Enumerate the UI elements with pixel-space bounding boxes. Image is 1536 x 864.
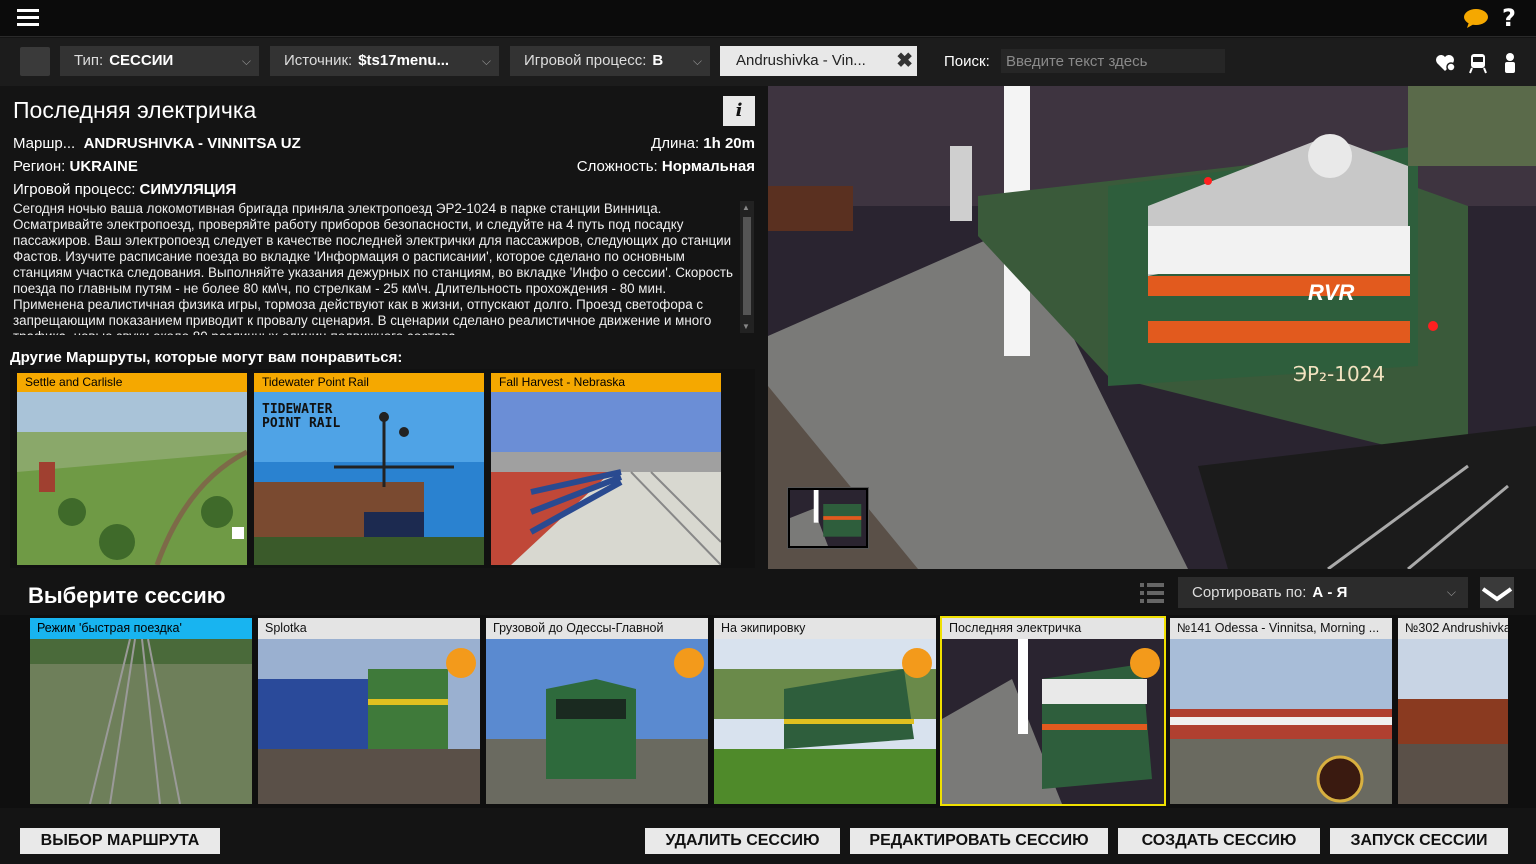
- length-value: 1h 20m: [703, 135, 755, 152]
- create-session-button[interactable]: СОЗДАТЬ СЕССИЮ: [1118, 828, 1320, 854]
- session-card-selected[interactable]: Последняя электричка: [940, 616, 1166, 806]
- info-button[interactable]: i: [723, 96, 755, 126]
- difficulty-value: Нормальная: [661, 158, 755, 175]
- session-card-label: №141 Odessa - Vinnitsa, Morning ...: [1170, 618, 1392, 639]
- recommendation-image: [491, 392, 721, 565]
- train-icon[interactable]: [1467, 52, 1489, 74]
- recommendation-card[interactable]: Settle and Carlisle: [17, 373, 247, 565]
- chevron-down-icon: ⌵: [241, 54, 251, 68]
- top-bar: ?: [0, 0, 1536, 37]
- difficulty-label: Сложность:: [576, 158, 658, 175]
- route-chip-label: Andrushivka - Vin...: [736, 52, 866, 69]
- session-card-label: На экипировку: [714, 618, 936, 639]
- recommendation-label: Fall Harvest - Nebraska: [491, 373, 721, 392]
- session-card-label: Грузовой до Одессы-Главной: [486, 618, 708, 639]
- session-card[interactable]: №302 Andrushivka: [1398, 618, 1508, 804]
- type-value: СЕССИИ: [109, 52, 174, 69]
- scroll-up-icon[interactable]: ▲: [742, 203, 750, 212]
- link-icon: [674, 648, 704, 678]
- gameplay-label: Игровой процесс:: [524, 52, 647, 69]
- session-card-label: №302 Andrushivka: [1398, 618, 1508, 639]
- chat-bubble-icon[interactable]: [1463, 8, 1489, 28]
- session-card-label: Последняя электричка: [942, 618, 1164, 639]
- list-view-icon[interactable]: [1140, 583, 1164, 603]
- link-icon: [902, 648, 932, 678]
- region-value: UKRAINE: [69, 158, 138, 175]
- search-input[interactable]: [1001, 49, 1225, 73]
- scrollbar-thumb[interactable]: [743, 217, 751, 315]
- recommendation-label: Settle and Carlisle: [17, 373, 247, 392]
- sort-value: А - Я: [1312, 584, 1348, 601]
- bottom-action-bar: ВЫБОР МАРШРУТА УДАЛИТЬ СЕССИЮ РЕДАКТИРОВ…: [0, 818, 1536, 864]
- session-card-label: Splotka: [258, 618, 480, 639]
- type-label: Тип:: [74, 52, 104, 69]
- source-dropdown[interactable]: Источник: $ts17menu... ⌵: [270, 46, 499, 76]
- session-card[interactable]: Грузовой до Одессы-Главной: [486, 618, 708, 804]
- scroll-down-icon[interactable]: ▼: [742, 322, 750, 331]
- recommendation-card[interactable]: Fall Harvest - Nebraska: [491, 373, 721, 565]
- hero-logo: RVR: [1308, 280, 1355, 305]
- filter-bar: Тип: СЕССИИ ⌵ Источник: $ts17menu... ⌵ Игр…: [0, 38, 1536, 86]
- gameplay-meta: Игровой процесс: СИМУЛЯЦИЯ: [13, 181, 236, 198]
- link-icon: [1130, 648, 1160, 678]
- type-dropdown[interactable]: Тип: СЕССИИ ⌵: [60, 46, 259, 76]
- link-icon: [446, 648, 476, 678]
- source-label: Источник:: [284, 52, 353, 69]
- session-title: Последняя электричка: [13, 97, 257, 123]
- source-value: $ts17menu...: [358, 52, 450, 69]
- recommendation-card[interactable]: Tidewater Point Rail TIDEWATER POINT RAI…: [254, 373, 484, 565]
- session-card[interactable]: На экипировку: [714, 618, 936, 804]
- session-description: Сегодня ночью ваша локомотивная бригада …: [13, 201, 734, 335]
- region-meta: Регион: UKRAINE: [13, 158, 138, 175]
- gameplay-meta-label: Игровой процесс:: [13, 181, 136, 198]
- session-preview-image: RVR ЭР₂-1024: [768, 86, 1536, 569]
- description-scrollbar[interactable]: ▲ ▼: [740, 201, 754, 333]
- collapse-chevron-icon[interactable]: [1480, 577, 1514, 608]
- route-value: ANDRUSHIVKA - VINNITSA UZ: [83, 135, 301, 152]
- close-icon[interactable]: ✖: [896, 46, 913, 76]
- recommendations-heading: Другие Маршруты, которые могут вам понра…: [10, 349, 403, 366]
- chevron-down-icon: ⌵: [481, 54, 491, 68]
- sessions-heading: Выберите сессию: [28, 583, 226, 608]
- difficulty-meta: Сложность: Нормальная: [577, 158, 755, 175]
- gameplay-dropdown[interactable]: Игровой процесс: В ⌵: [510, 46, 710, 76]
- session-card[interactable]: Режим 'быстрая поездка': [30, 618, 252, 804]
- delete-session-button[interactable]: УДАЛИТЬ СЕССИЮ: [645, 828, 840, 854]
- sort-label: Сортировать по:: [1192, 584, 1307, 601]
- route-label: Маршр...: [13, 135, 76, 152]
- recommendations-strip: Settle and Carlisle Tidewater Point Rail…: [10, 369, 755, 568]
- favorite-heart-icon[interactable]: [1434, 52, 1456, 74]
- sort-dropdown[interactable]: Сортировать по: А - Я ⌵: [1178, 577, 1468, 608]
- gameplay-value: В: [652, 52, 664, 69]
- recommendation-overlay-title: TIDEWATER POINT RAIL: [262, 402, 341, 431]
- chevron-down-icon: ⌵: [692, 54, 702, 68]
- preview-thumbnail[interactable]: [787, 487, 869, 549]
- driver-icon[interactable]: [1499, 52, 1521, 74]
- hero-train-number: ЭР₂-1024: [1293, 362, 1385, 386]
- hamburger-menu-icon[interactable]: [17, 9, 39, 27]
- launch-session-button[interactable]: ЗАПУСК СЕССИИ: [1330, 828, 1508, 854]
- session-card-image: [1398, 639, 1508, 804]
- recommendation-image: [17, 392, 247, 565]
- filter-toggle-button[interactable]: [20, 47, 50, 76]
- session-card[interactable]: №141 Odessa - Vinnitsa, Morning ...: [1170, 618, 1392, 804]
- chevron-down-icon: ⌵: [1446, 585, 1456, 599]
- recommendation-label: Tidewater Point Rail: [254, 373, 484, 392]
- session-carousel: Режим 'быстрая поездка' Splotka Грузовой…: [0, 615, 1536, 808]
- region-label: Регион:: [13, 158, 66, 175]
- session-card-label: Режим 'быстрая поездка': [30, 618, 252, 639]
- session-card-image: [30, 639, 252, 804]
- edit-session-button[interactable]: РЕДАКТИРОВАТЬ СЕССИЮ: [850, 828, 1108, 854]
- route-meta: Маршр... ANDRUSHIVKA - VINNITSA UZ: [13, 135, 301, 152]
- route-filter-chip: Andrushivka - Vin... ✖: [720, 46, 917, 76]
- search-label: Поиск:: [944, 53, 990, 70]
- session-card-image: [1170, 639, 1392, 804]
- length-meta: Длина: 1h 20m: [651, 135, 755, 152]
- route-select-button[interactable]: ВЫБОР МАРШРУТА: [20, 828, 220, 854]
- length-label: Длина:: [651, 135, 700, 152]
- help-icon[interactable]: ?: [1502, 4, 1516, 32]
- gameplay-meta-value: СИМУЛЯЦИЯ: [139, 181, 237, 198]
- session-card[interactable]: Splotka: [258, 618, 480, 804]
